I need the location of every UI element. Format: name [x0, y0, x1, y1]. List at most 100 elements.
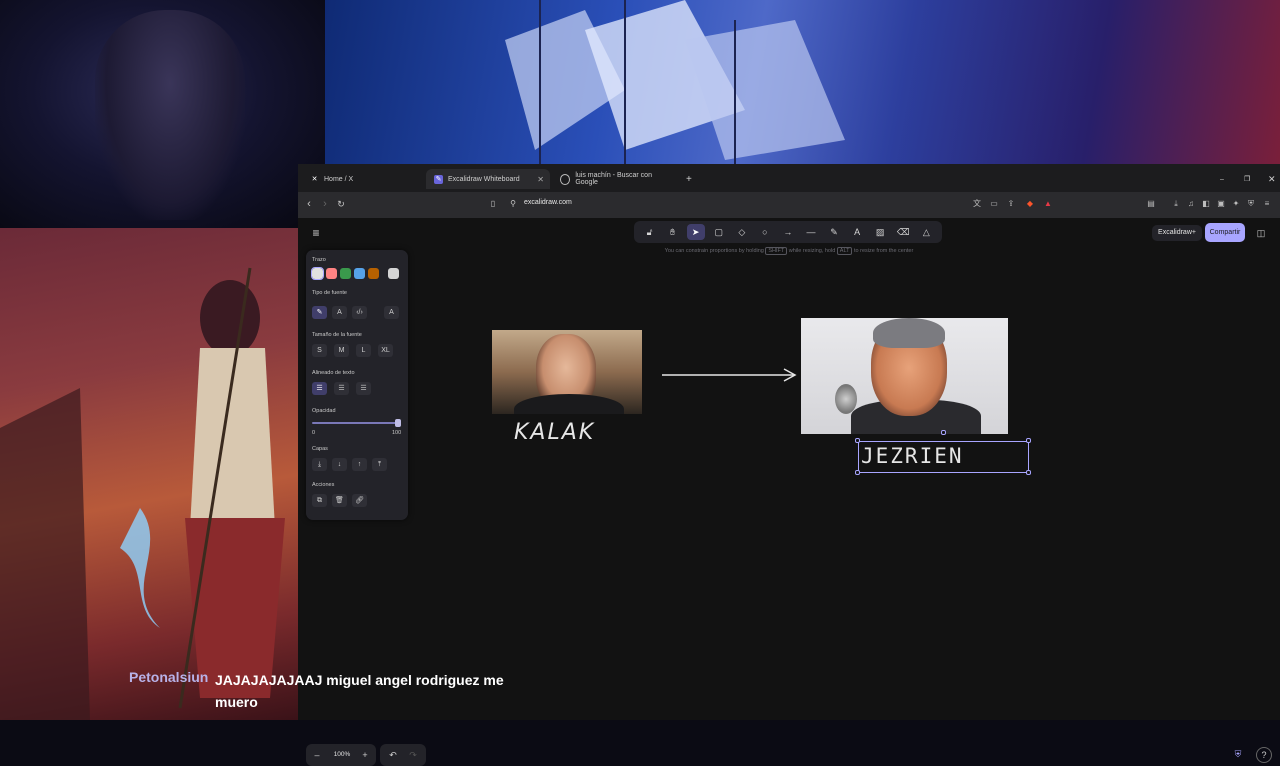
extensions-icon[interactable]: ✦	[1231, 198, 1241, 209]
font-handdrawn-icon[interactable]: ✎	[312, 306, 327, 319]
opacity-max: 100	[392, 430, 402, 436]
resize-hint: You can constrain proportions by holding…	[298, 247, 1280, 255]
opacity-min: 0	[312, 430, 316, 436]
stroke-color-swatch[interactable]	[340, 268, 351, 279]
excalidraw-canvas[interactable]: ≡ 🔓︎ ✋︎ ➤ ▢ ◇ ○ → — ✎ A ▨ ⌫ △ You can co…	[298, 218, 1280, 766]
excalidraw-plus-button[interactable]: Excalidraw+	[1152, 225, 1202, 241]
more-tools-icon[interactable]: △	[917, 224, 935, 240]
font-code-icon[interactable]: ‹/›	[352, 306, 367, 319]
eraser-tool-icon[interactable]: ⌫	[894, 224, 912, 240]
minimize-icon[interactable]: –	[1212, 169, 1228, 189]
library-sidebar-icon[interactable]: ◫	[1253, 225, 1269, 241]
encryption-shield-icon[interactable]: ⛨	[1232, 748, 1244, 760]
font-normal-icon[interactable]: A	[332, 306, 347, 319]
forward-icon[interactable]: ›	[318, 197, 332, 211]
current-stroke-color[interactable]	[388, 268, 399, 279]
resize-handle[interactable]	[855, 470, 860, 475]
canvas-text-kalak[interactable]: KALAK	[514, 420, 595, 445]
font-size-s-button[interactable]: S	[312, 344, 327, 357]
photo-microphone	[835, 384, 857, 414]
zoom-out-icon[interactable]: –	[310, 748, 324, 762]
main-menu-button[interactable]: ≡	[306, 224, 326, 242]
selection-tool-icon[interactable]: ➤	[686, 224, 705, 240]
photo-shirt	[514, 394, 624, 414]
tab-label: Excalidraw Whiteboard	[448, 175, 520, 183]
lock-icon[interactable]: 🔓︎	[641, 224, 659, 240]
brave-shield-icon[interactable]: ◆	[1025, 198, 1035, 209]
stroke-color-swatch[interactable]	[368, 268, 379, 279]
zoom-level[interactable]: 100%	[328, 748, 356, 762]
hint-text: to resize from the center	[854, 248, 914, 254]
rectangle-tool-icon[interactable]: ▢	[710, 224, 728, 240]
back-icon[interactable]: ‹	[302, 197, 316, 211]
opacity-slider[interactable]	[312, 422, 398, 424]
send-to-back-icon[interactable]: ⤓	[312, 458, 327, 471]
download-icon[interactable]: ⤓	[1171, 198, 1181, 209]
share-button[interactable]: Compartir	[1205, 223, 1245, 242]
text-tool-icon[interactable]: A	[848, 224, 866, 240]
hint-text: You can constrain proportions by holding	[664, 248, 764, 254]
close-window-icon[interactable]: ✕	[1260, 169, 1276, 189]
opacity-label: Opacidad	[312, 408, 336, 414]
line-tool-icon[interactable]: —	[802, 224, 820, 240]
resize-handle[interactable]	[1026, 438, 1031, 443]
ellipse-tool-icon[interactable]: ○	[756, 224, 774, 240]
bring-to-front-icon[interactable]: ⤒	[372, 458, 387, 471]
delete-icon[interactable]: 🗑︎	[332, 494, 347, 507]
font-more-icon[interactable]: A	[384, 306, 399, 319]
stroke-color-swatch[interactable]	[326, 268, 337, 279]
hand-tool-icon[interactable]: ✋︎	[664, 224, 682, 240]
redo-icon[interactable]: ↷	[406, 748, 420, 762]
tab-google[interactable]: luis machín - Buscar con Google	[552, 169, 677, 189]
rotation-handle[interactable]	[941, 430, 946, 435]
split-view-icon[interactable]: ◧	[1201, 198, 1211, 209]
bring-forward-icon[interactable]: ↑	[352, 458, 367, 471]
tab-excalidraw[interactable]: ✎ Excalidraw Whiteboard ✕	[426, 169, 550, 189]
stroke-color-swatch[interactable]	[354, 268, 365, 279]
link-icon[interactable]: 🔗︎	[352, 494, 367, 507]
duplicate-icon[interactable]: ⧉	[312, 494, 327, 507]
resize-handle[interactable]	[1026, 470, 1031, 475]
url-field[interactable]: excalidraw.com	[524, 199, 572, 206]
image-jezrien[interactable]	[801, 318, 1008, 434]
font-size-l-button[interactable]: L	[356, 344, 371, 357]
opacity-slider-handle[interactable]	[395, 419, 401, 427]
reload-icon[interactable]: ↻	[334, 197, 348, 211]
new-tab-button[interactable]: +	[678, 169, 698, 189]
translate-icon[interactable]: 文	[972, 198, 982, 209]
diamond-tool-icon[interactable]: ◇	[733, 224, 751, 240]
align-center-icon[interactable]: ☰	[334, 382, 349, 395]
canvas-text-jezrien[interactable]: JEZRIEN	[861, 444, 964, 468]
arrow-tool-icon[interactable]: →	[779, 224, 797, 240]
chat-username: Petonalsiun	[129, 669, 209, 685]
menu-icon[interactable]: ≡	[1262, 198, 1272, 209]
maximize-icon[interactable]: ❐	[1236, 169, 1252, 189]
align-right-icon[interactable]: ☰	[356, 382, 371, 395]
vpn-icon[interactable]: ⛨	[1246, 198, 1256, 209]
font-size-xl-button[interactable]: XL	[378, 344, 393, 357]
image-kalak[interactable]	[492, 330, 642, 414]
tab-label: Home / X	[324, 175, 354, 183]
media-icon[interactable]: ♫	[1186, 198, 1196, 209]
close-tab-icon[interactable]: ✕	[537, 175, 544, 184]
wallet-icon[interactable]: ▣	[1216, 198, 1226, 209]
screenshot-icon[interactable]: ▭	[989, 198, 999, 209]
help-icon[interactable]: ?	[1256, 747, 1272, 763]
share-page-icon[interactable]: ⇪	[1006, 198, 1016, 209]
canvas-arrow[interactable]	[662, 368, 798, 382]
align-left-icon[interactable]: ☰	[312, 382, 327, 395]
bookmark-icon[interactable]: ▯	[486, 197, 500, 211]
font-size-m-button[interactable]: M	[334, 344, 349, 357]
draw-tool-icon[interactable]: ✎	[825, 224, 843, 240]
image-tool-icon[interactable]: ▨	[871, 224, 889, 240]
stroke-color-swatch[interactable]	[311, 267, 324, 280]
sidebar-icon[interactable]: ▤	[1146, 198, 1156, 209]
brave-rewards-icon[interactable]: ▲	[1043, 198, 1053, 209]
zoom-in-icon[interactable]: +	[358, 748, 372, 762]
undo-icon[interactable]: ↶	[386, 748, 400, 762]
resize-handle[interactable]	[855, 438, 860, 443]
send-backward-icon[interactable]: ↓	[332, 458, 347, 471]
site-info-icon[interactable]: ⚲	[506, 197, 520, 211]
tab-home-x[interactable]: ✕ Home / X	[302, 169, 422, 189]
history-controls: ↶ ↷	[380, 744, 426, 766]
